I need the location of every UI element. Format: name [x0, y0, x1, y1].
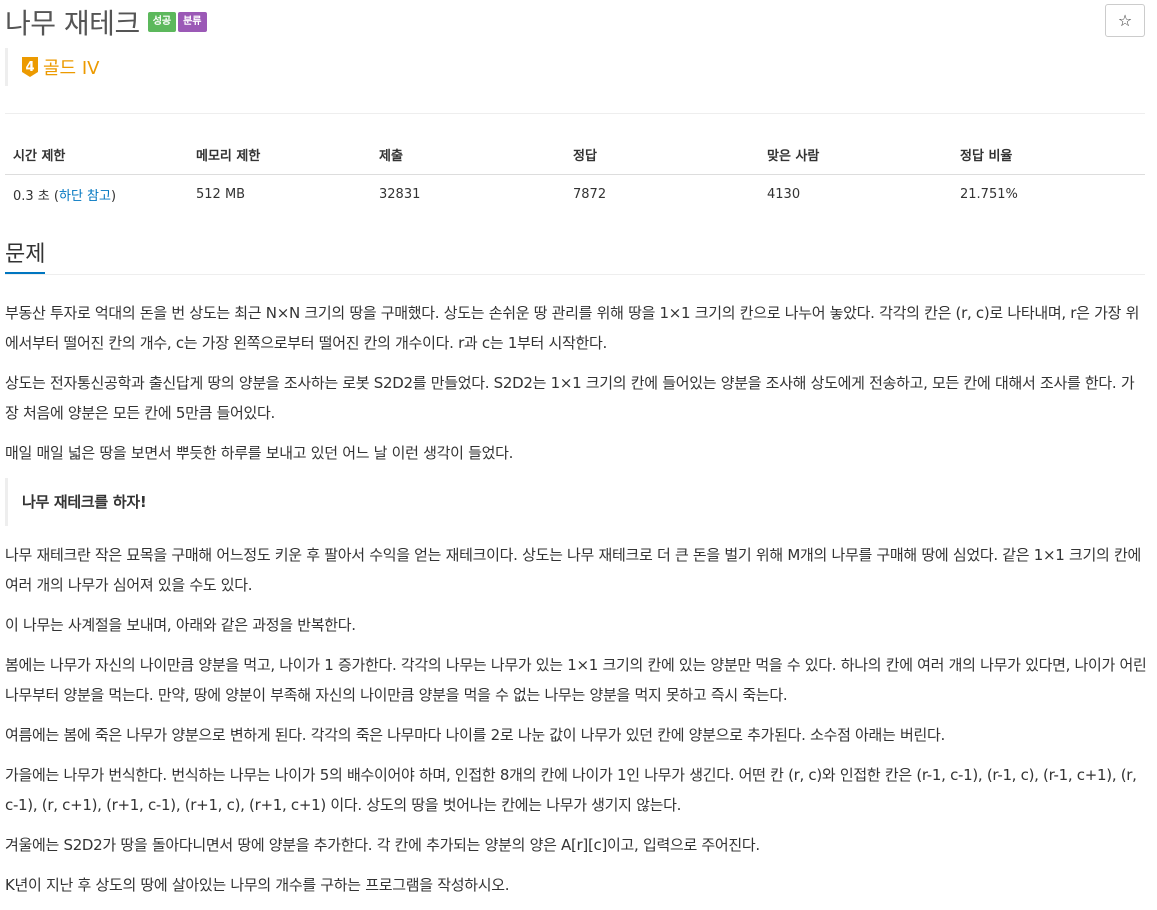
stats-header-row: 시간 제한 메모리 제한 제출 정답 맞은 사람 정답 비율	[5, 135, 1145, 175]
problem-title: 나무 재테크	[5, 7, 140, 40]
description-paragraph: 가을에는 나무가 번식한다. 번식하는 나무는 나이가 5의 배수이어야 하며,…	[5, 766, 1137, 814]
tier-block: 4 골드 IV	[5, 48, 99, 86]
favorite-star-button[interactable]: ☆	[1105, 4, 1145, 37]
section-title: 문제	[5, 236, 46, 274]
description-paragraph: 이 나무는 사계절을 보내며, 아래와 같은 과정을 반복한다.	[5, 616, 356, 634]
tier-shield-icon: 4	[22, 57, 38, 77]
divider	[5, 113, 1145, 114]
submissions-value: 32831	[379, 187, 421, 202]
description-paragraph: 부동산 투자로 억대의 돈을 번 상도는 최근 N×N 크기의 땅을 구매했다.…	[5, 304, 1140, 352]
ratio-value: 21.751%	[960, 187, 1018, 202]
header-memory-limit: 메모리 제한	[188, 135, 371, 175]
quote-block: 나무 재테크를 하자!	[5, 478, 1147, 526]
solvers-value: 4130	[767, 187, 801, 202]
tier-label[interactable]: 골드 IV	[43, 54, 99, 80]
star-icon: ☆	[1117, 11, 1133, 30]
header-solvers: 맞은 사람	[759, 135, 952, 175]
see-below-link[interactable]: 하단 참고	[59, 189, 111, 204]
problem-section-header: 문제	[5, 236, 1145, 275]
description-paragraph: 여름에는 봄에 죽은 나무가 양분으로 변하게 된다. 각각의 죽은 나무마다 …	[5, 726, 945, 744]
header-accepted: 정답	[565, 135, 759, 175]
header-ratio: 정답 비율	[952, 135, 1145, 175]
header-time-limit: 시간 제한	[5, 135, 188, 175]
category-badge[interactable]: 분류	[178, 12, 207, 32]
time-limit-cell: 0.3 초 (하단 참고)	[13, 189, 117, 204]
header-submissions: 제출	[371, 135, 565, 175]
description-paragraph: 상도는 전자통신공학과 출신답게 땅의 양분을 조사하는 로봇 S2D2를 만들…	[5, 374, 1135, 422]
success-badge[interactable]: 성공	[147, 12, 177, 32]
memory-limit-value: 512 MB	[196, 187, 246, 202]
accepted-value: 7872	[573, 187, 607, 202]
stats-value-row: 0.3 초 (하단 참고) 512 MB 32831 7872 4130 21.…	[5, 175, 1145, 215]
description-paragraph: 봄에는 나무가 자신의 나이만큼 양분을 먹고, 나이가 1 증가한다. 각각의…	[5, 656, 1147, 704]
description-paragraph: 나무 재테크란 작은 묘목을 구매해 어느정도 키운 후 팔아서 수익을 얻는 …	[5, 546, 1141, 594]
problem-title-row: 나무 재테크 성공 분류	[5, 2, 207, 42]
description-paragraph: K년이 지난 후 상도의 땅에 살아있는 나무의 개수를 구하는 프로그램을 작…	[5, 876, 510, 894]
problem-description: 부동산 투자로 억대의 돈을 번 상도는 최근 N×N 크기의 땅을 구매했다.…	[5, 298, 1147, 910]
description-paragraph: 겨울에는 S2D2가 땅을 돌아다니면서 땅에 양분을 추가한다. 각 칸에 추…	[5, 836, 760, 854]
problem-stats-table: 시간 제한 메모리 제한 제출 정답 맞은 사람 정답 비율 0.3 초 (하단…	[5, 135, 1145, 214]
description-paragraph: 매일 매일 넓은 땅을 보면서 뿌듯한 하루를 보내고 있던 어느 날 이런 생…	[5, 444, 514, 462]
